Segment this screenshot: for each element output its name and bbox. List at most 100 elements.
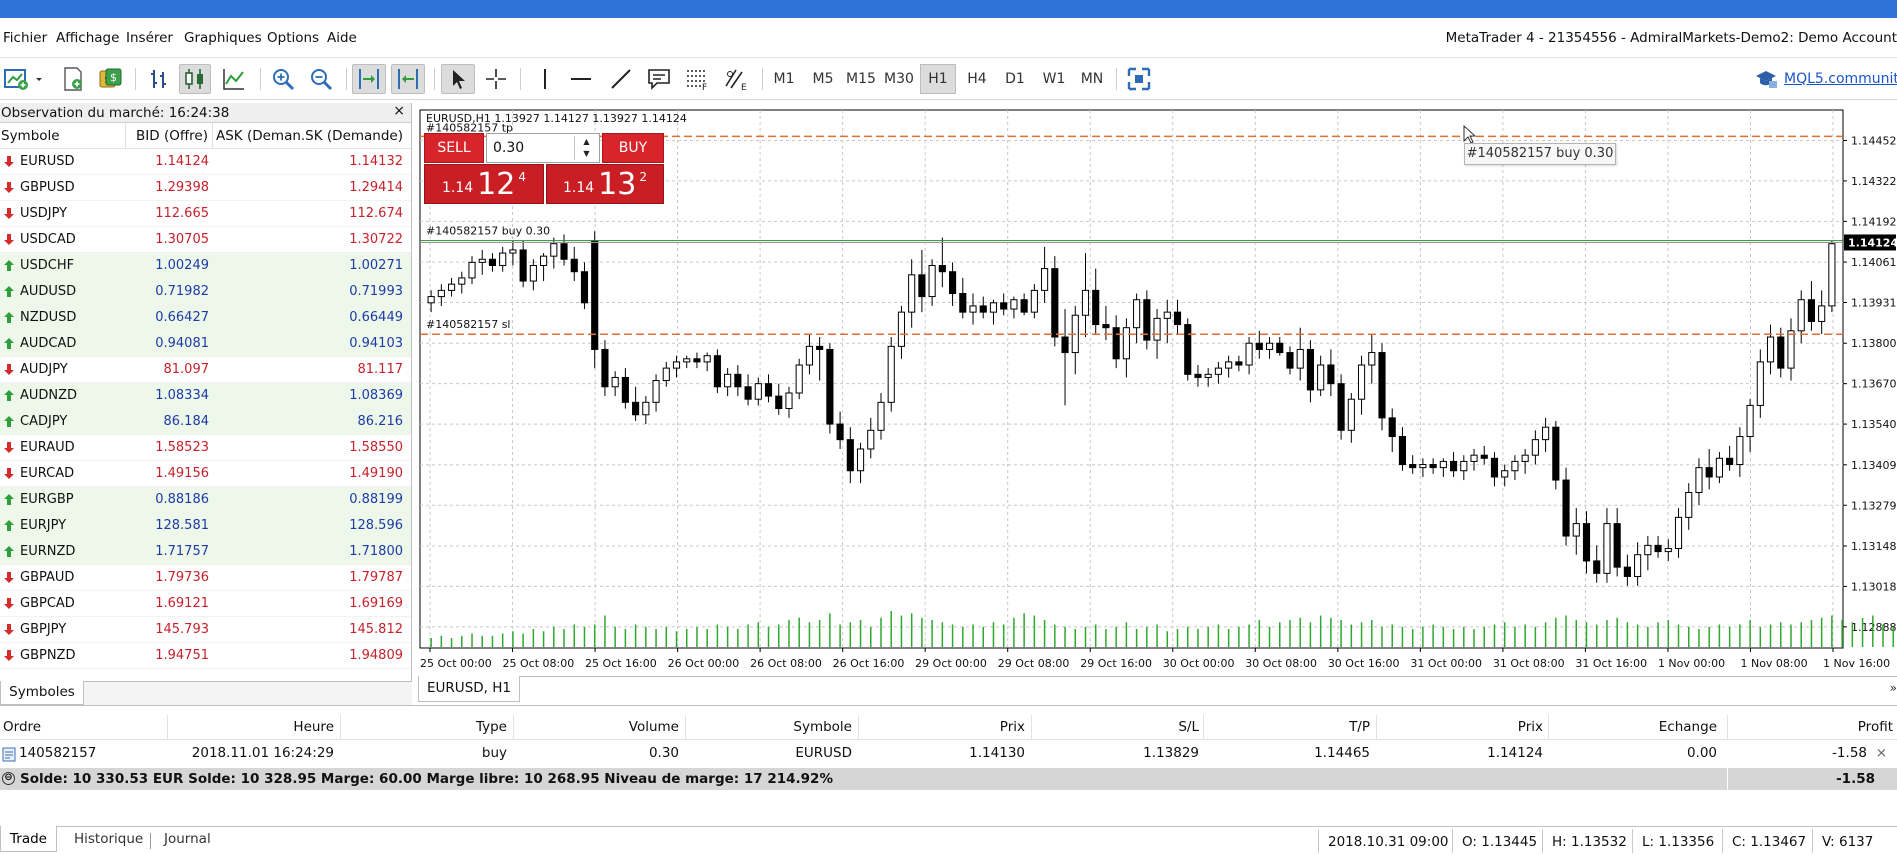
timeframe-m1[interactable]: M1 (766, 64, 802, 94)
list-item[interactable]: NZDUSD 0.66427 0.66449 (0, 305, 411, 331)
market-watch-icon[interactable]: $$ (95, 64, 125, 94)
timeframe-w1[interactable]: W1 (1036, 64, 1072, 94)
list-item[interactable]: EURAUD 1.58523 1.58550 (0, 435, 411, 461)
vertical-line-icon[interactable] (530, 64, 560, 94)
candlestick-chart-icon[interactable] (179, 64, 211, 94)
trendline-icon[interactable] (606, 64, 636, 94)
zoom-out-icon[interactable] (306, 64, 336, 94)
column-time[interactable]: Heure (293, 715, 334, 740)
list-item[interactable]: EURCAD 1.49156 1.49190 (0, 461, 411, 487)
y-tick-label: 1.14322 (1851, 175, 1897, 188)
buy-price-button[interactable]: 1.14 13 2 (546, 164, 664, 204)
list-item[interactable]: GBPUSD 1.29398 1.29414 (0, 175, 411, 201)
tab-trade[interactable]: Trade (0, 826, 57, 852)
y-tick-label: 1.12888 (1851, 621, 1897, 634)
menu-aide[interactable]: Aide (327, 30, 357, 46)
collapse-icon[interactable]: ⊖ (2, 772, 15, 785)
candle-body (1644, 544, 1652, 556)
list-item[interactable]: USDCHF 1.00249 1.00271 (0, 253, 411, 279)
list-item[interactable]: GBPNZD 1.94751 1.94809 (0, 643, 411, 669)
timeframe-h4[interactable]: H4 (959, 64, 995, 94)
list-item[interactable]: EURGBP 0.88186 0.88199 (0, 487, 411, 513)
candle-body (1531, 439, 1539, 456)
menu-affichage[interactable]: Affichage (56, 30, 119, 46)
column-tp[interactable]: T/P (1349, 715, 1370, 740)
column-profit[interactable]: Profit (1858, 715, 1893, 740)
column-type[interactable]: Type (476, 715, 507, 740)
zoom-in-icon[interactable] (268, 64, 298, 94)
table-row[interactable]: 140582157 2018.11.01 16:24:29 buy 0.30 E… (0, 741, 1897, 767)
new-profile-icon[interactable] (58, 64, 88, 94)
list-item[interactable]: AUDUSD 0.71982 0.71993 (0, 279, 411, 305)
bar-chart-icon[interactable] (144, 64, 174, 94)
list-item[interactable]: AUDJPY 81.097 81.117 (0, 357, 411, 383)
tab-journal[interactable]: Journal (164, 831, 211, 847)
column-symbol[interactable]: Symbole (0, 122, 126, 149)
text-icon[interactable] (644, 64, 674, 94)
period-icon[interactable]: E (720, 64, 752, 94)
list-item[interactable]: GBPAUD 1.79736 1.79787 (0, 565, 411, 591)
mql5-community-link[interactable]: MQL5.community (1754, 69, 1897, 89)
new-chart-icon[interactable] (2, 64, 44, 94)
timeframe-m5[interactable]: M5 (805, 64, 841, 94)
menu-inserer[interactable]: Insérer (126, 30, 173, 46)
buy-button[interactable]: BUY (602, 133, 664, 163)
candle-body (1818, 305, 1826, 322)
list-item[interactable]: USDCAD 1.30705 1.30722 (0, 227, 411, 253)
y-tick-label: 1.14192 (1851, 215, 1897, 228)
close-icon[interactable]: × (393, 103, 405, 119)
column-swap[interactable]: Echange (1659, 715, 1717, 740)
column-open-price[interactable]: Prix (1000, 715, 1025, 740)
lot-size-stepper[interactable]: ▲ ▼ (574, 136, 598, 160)
list-item[interactable]: EURUSD 1.14124 1.14132 (0, 149, 411, 175)
sell-button[interactable]: SELL (424, 133, 484, 163)
sell-price-button[interactable]: 1.14 12 4 (424, 164, 544, 204)
one-click-trading-panel: SELL 0.30 ▲ ▼ BUY 1.14 12 4 1.14 13 2 (424, 133, 664, 205)
chevron-down-icon[interactable]: ▼ (575, 148, 598, 160)
crosshair-icon[interactable] (481, 64, 511, 94)
list-item[interactable]: GBPCAD 1.69121 1.69169 (0, 591, 411, 617)
symbol-name: NZDUSD (20, 310, 77, 325)
column-price[interactable]: Prix (1518, 715, 1543, 740)
timeframe-h1[interactable]: H1 (920, 64, 956, 94)
list-item[interactable]: USDJPY 112.665 112.674 (0, 201, 411, 227)
cursor-icon[interactable] (441, 64, 475, 94)
tab-eurusd-h1[interactable]: EURUSD, H1 (418, 676, 520, 702)
list-item[interactable]: EURNZD 1.71757 1.71800 (0, 539, 411, 565)
close-order-icon[interactable]: × (1876, 741, 1887, 766)
menu-fichier[interactable]: Fichier (3, 30, 47, 46)
autoscroll-icon[interactable] (391, 64, 425, 94)
tab-historique[interactable]: Historique (74, 831, 143, 847)
candle-body (478, 258, 486, 263)
list-item[interactable]: EURJPY 128.581 128.596 (0, 513, 411, 539)
timeframe-m15[interactable]: M15 (843, 64, 879, 94)
list-item[interactable]: AUDNZD 1.08334 1.08369 (0, 383, 411, 409)
horizontal-line-icon[interactable] (566, 64, 596, 94)
bid-value: 1.49156 (155, 466, 209, 481)
timeframe-d1[interactable]: D1 (997, 64, 1033, 94)
symbol-cell: USDCHF (0, 258, 126, 273)
column-bid[interactable]: BID (Offre) (126, 122, 213, 149)
chart-shift-icon[interactable] (352, 64, 386, 94)
tabs-scroll-icon[interactable]: » (1890, 681, 1897, 695)
order-type: buy (481, 745, 507, 761)
column-order[interactable]: Ordre (3, 715, 41, 740)
column-volume[interactable]: Volume (629, 715, 679, 740)
ask-value: 0.71993 (349, 284, 403, 299)
tab-symbols[interactable]: Symboles (0, 681, 84, 705)
menu-graphiques[interactable]: Graphiques (184, 30, 262, 46)
timeframe-m30[interactable]: M30 (881, 64, 917, 94)
column-sl[interactable]: S/L (1178, 715, 1199, 740)
list-item[interactable]: CADJPY 86.184 86.216 (0, 409, 411, 435)
x-tick-label: 1 Nov 08:00 (1740, 657, 1807, 670)
menu-options[interactable]: Options (267, 30, 319, 46)
chevron-up-icon[interactable]: ▲ (575, 136, 598, 148)
column-symbol[interactable]: Symbole (793, 715, 852, 740)
column-ask[interactable]: ASK (Deman.SK (Demande) (213, 123, 409, 149)
fullscreen-icon[interactable] (1124, 64, 1154, 94)
timeframe-mn[interactable]: MN (1074, 64, 1110, 94)
list-item[interactable]: AUDCAD 0.94081 0.94103 (0, 331, 411, 357)
fibonacci-icon[interactable]: F (682, 64, 712, 94)
line-chart-icon[interactable] (218, 64, 250, 94)
list-item[interactable]: GBPJPY 145.793 145.812 (0, 617, 411, 643)
